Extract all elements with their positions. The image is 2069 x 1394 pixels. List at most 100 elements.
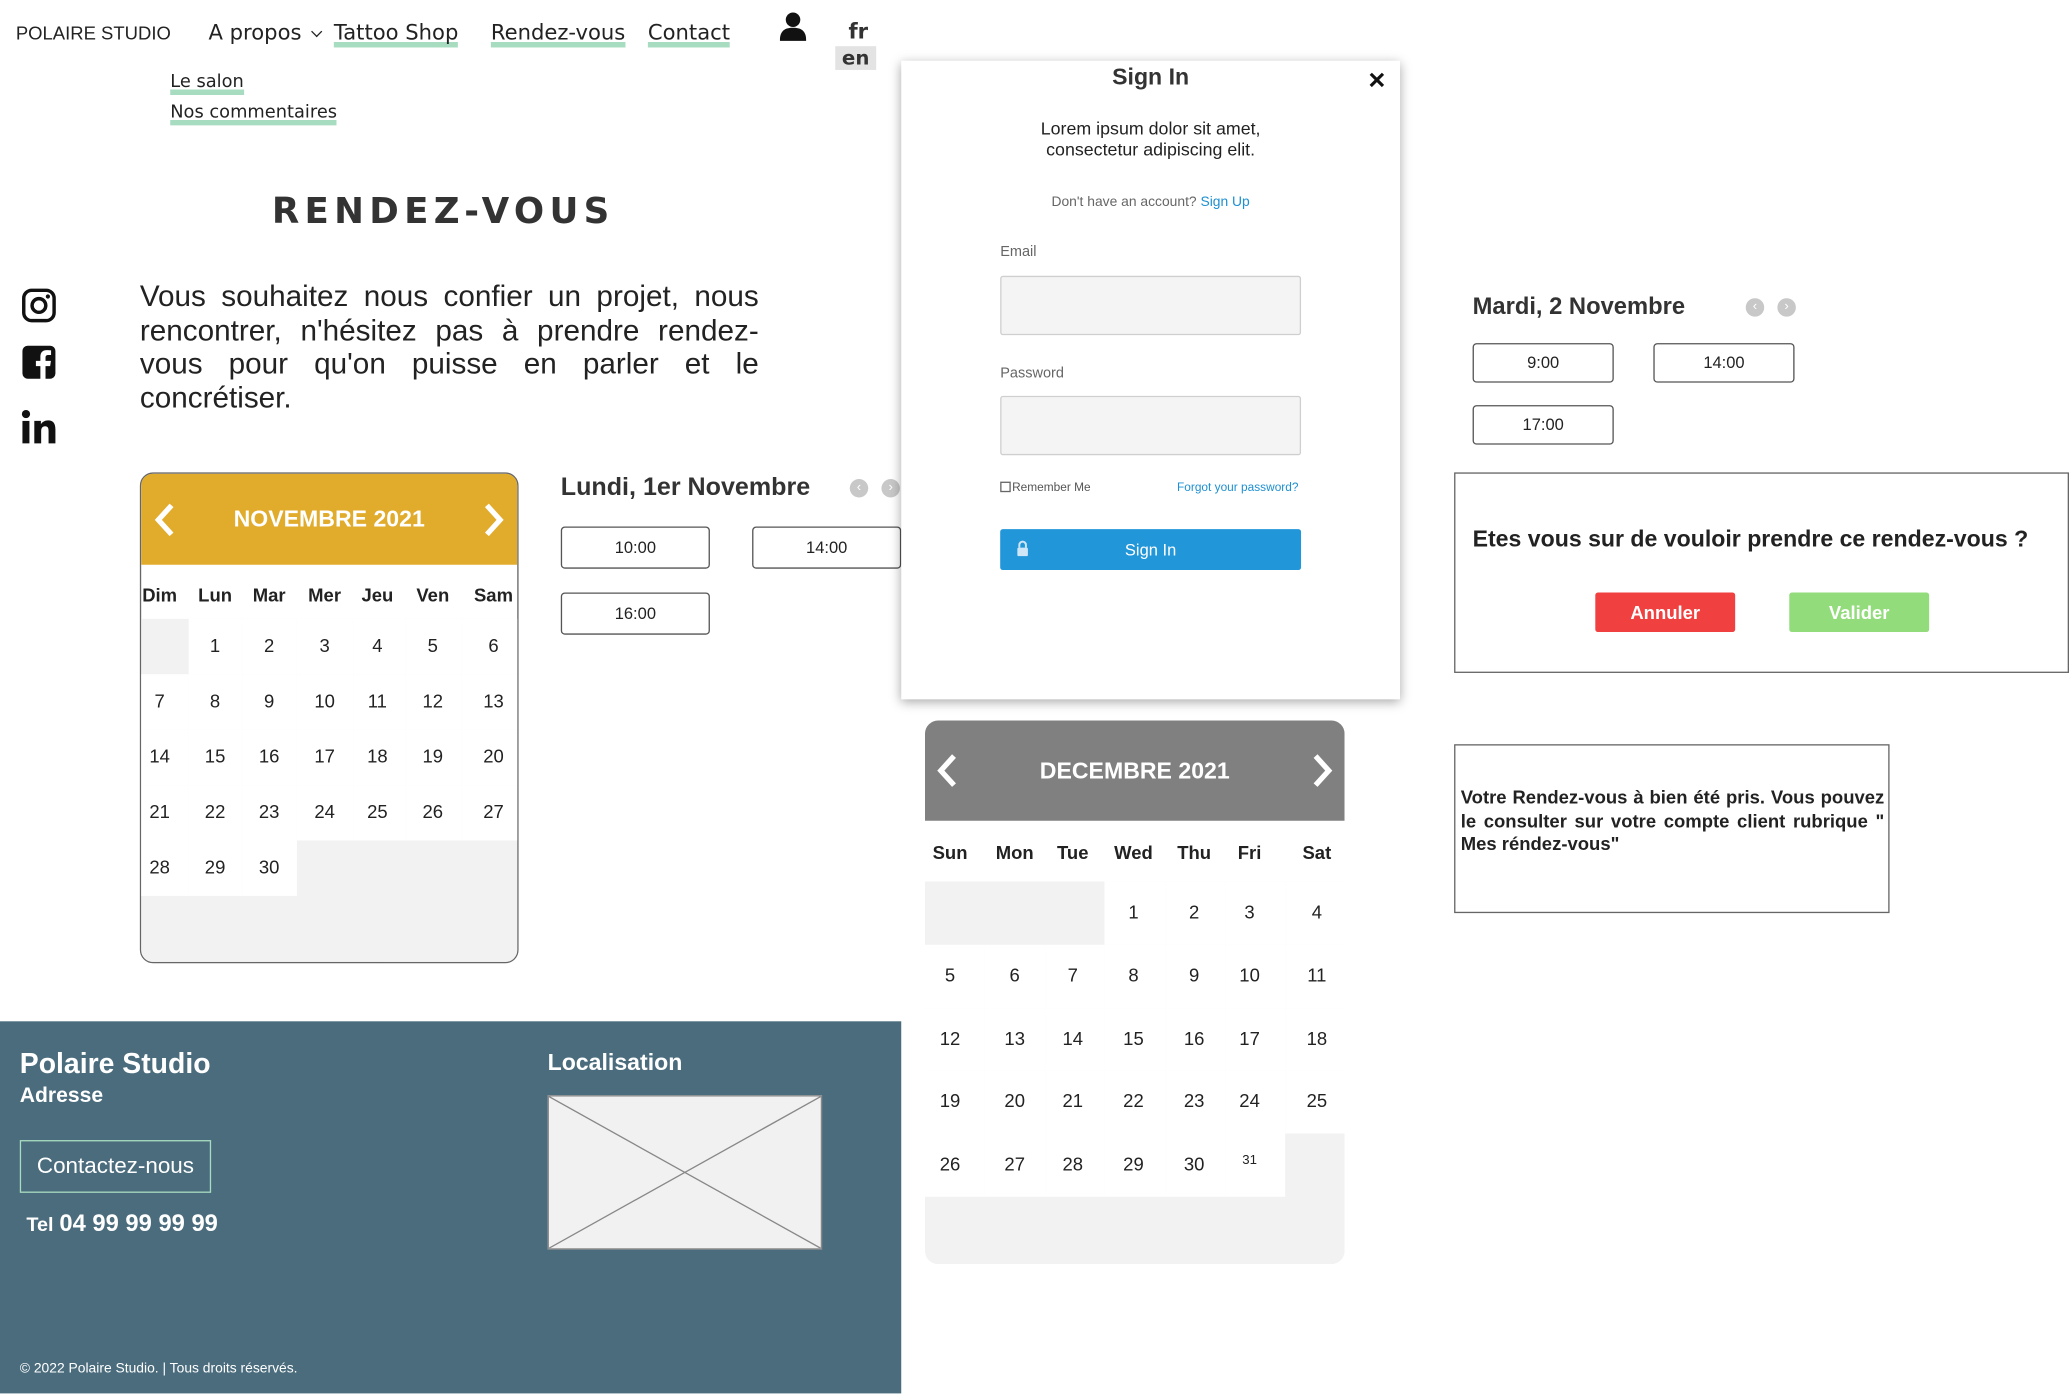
- calendar-day[interactable]: 18: [1290, 1027, 1343, 1048]
- calendar-day[interactable]: 6: [467, 635, 517, 656]
- calendar-day[interactable]: 20: [988, 1090, 1041, 1111]
- calendar-day[interactable]: 25: [1290, 1090, 1343, 1111]
- calendar-day[interactable]: 11: [1290, 964, 1343, 985]
- user-icon[interactable]: [779, 11, 807, 43]
- calendar-day[interactable]: 24: [298, 801, 351, 822]
- nav-rendez-vous[interactable]: Rendez-vous: [490, 19, 626, 48]
- email-field[interactable]: [1000, 275, 1302, 336]
- chevron-right-icon[interactable]: [1309, 752, 1335, 789]
- calendar-day[interactable]: 19: [925, 1090, 976, 1111]
- calendar-day[interactable]: 29: [1107, 1153, 1160, 1174]
- linkedin-icon[interactable]: [21, 409, 57, 445]
- calendar-day[interactable]: 1: [1107, 901, 1160, 922]
- calendar-day[interactable]: 20: [467, 746, 517, 767]
- remember-checkbox[interactable]: [1000, 481, 1011, 493]
- time-slot[interactable]: 16:00: [560, 592, 710, 635]
- calendar-day[interactable]: 25: [351, 801, 404, 822]
- calendar-day[interactable]: 8: [1107, 964, 1160, 985]
- submenu-le-salon[interactable]: Le salon: [170, 71, 244, 96]
- time-slot[interactable]: 10:00: [560, 526, 710, 569]
- calendar-day[interactable]: 31: [1223, 1153, 1276, 1168]
- calendar-day[interactable]: 30: [243, 856, 296, 877]
- calendar-day[interactable]: 21: [1046, 1090, 1099, 1111]
- calendar-day[interactable]: 16: [243, 746, 296, 767]
- contact-button[interactable]: Contactez-nous: [19, 1140, 212, 1193]
- forgot-password-link[interactable]: Forgot your password?: [1177, 480, 1298, 493]
- chevron-left-icon[interactable]: [152, 501, 178, 538]
- calendar-day[interactable]: 17: [298, 746, 351, 767]
- calendar-day[interactable]: 4: [351, 635, 404, 656]
- time-slot[interactable]: 9:00: [1472, 343, 1614, 383]
- chevron-left-icon[interactable]: [934, 752, 960, 789]
- prev-day-icon[interactable]: ‹: [1745, 298, 1765, 317]
- calendar-day[interactable]: 14: [141, 746, 186, 767]
- calendar-day[interactable]: 5: [406, 635, 459, 656]
- calendar-day[interactable]: 28: [1046, 1153, 1099, 1174]
- calendar-day[interactable]: 13: [988, 1027, 1041, 1048]
- nav-apropos[interactable]: A propos: [208, 20, 322, 45]
- chevron-right-icon[interactable]: [480, 501, 506, 538]
- signup-link[interactable]: Sign Up: [1200, 194, 1249, 210]
- calendar-day[interactable]: 15: [189, 746, 242, 767]
- calendar-day[interactable]: 22: [1107, 1090, 1160, 1111]
- next-day-icon[interactable]: ›: [1777, 298, 1796, 317]
- calendar-day[interactable]: 29: [189, 856, 242, 877]
- calendar-day[interactable]: 24: [1223, 1090, 1276, 1111]
- calendar-day[interactable]: 8: [189, 690, 242, 711]
- calendar-day[interactable]: 1: [189, 635, 242, 656]
- submenu-nos-commentaires[interactable]: Nos commentaires: [170, 101, 338, 126]
- calendar-day[interactable]: 26: [925, 1153, 976, 1174]
- calendar-day[interactable]: 2: [243, 635, 296, 656]
- calendar-day[interactable]: 7: [1046, 964, 1099, 985]
- lang-en[interactable]: en: [835, 46, 877, 70]
- brand-logo[interactable]: POLAIRE STUDIO: [16, 22, 171, 43]
- calendar-day[interactable]: 26: [406, 801, 459, 822]
- calendar-day[interactable]: 27: [467, 801, 517, 822]
- calendar-day[interactable]: 12: [406, 690, 459, 711]
- time-slot[interactable]: 14:00: [1653, 343, 1795, 383]
- confirm-question: Etes vous sur de vouloir prendre ce rend…: [1472, 525, 2029, 552]
- calendar-day[interactable]: 4: [1290, 901, 1343, 922]
- calendar-day[interactable]: 19: [406, 746, 459, 767]
- remember-me[interactable]: Remember Me: [1000, 480, 1091, 494]
- calendar-day[interactable]: 9: [243, 690, 296, 711]
- nav-tattoo-shop[interactable]: Tattoo Shop: [333, 19, 459, 48]
- calendar-day[interactable]: 3: [298, 635, 351, 656]
- calendar-day[interactable]: 10: [1223, 964, 1276, 985]
- instagram-icon[interactable]: [21, 288, 57, 324]
- calendar-day[interactable]: 21: [141, 801, 186, 822]
- time-slot[interactable]: 17:00: [1472, 405, 1614, 445]
- calendar-day[interactable]: 30: [1168, 1153, 1221, 1174]
- time-slot[interactable]: 14:00: [752, 526, 902, 569]
- calendar-day[interactable]: 23: [243, 801, 296, 822]
- calendar-day[interactable]: 18: [351, 746, 404, 767]
- calendar-day[interactable]: 11: [351, 690, 404, 711]
- calendar-day[interactable]: 3: [1223, 901, 1276, 922]
- calendar-day[interactable]: 23: [1168, 1090, 1221, 1111]
- calendar-day[interactable]: 9: [1168, 964, 1221, 985]
- calendar-day[interactable]: 17: [1223, 1027, 1276, 1048]
- lang-fr[interactable]: fr: [848, 18, 868, 43]
- cancel-button[interactable]: Annuler: [1595, 592, 1736, 633]
- calendar-day[interactable]: 2: [1168, 901, 1221, 922]
- calendar-day[interactable]: 6: [988, 964, 1041, 985]
- calendar-day[interactable]: 13: [467, 690, 517, 711]
- calendar-day[interactable]: 5: [925, 964, 976, 985]
- calendar-day[interactable]: 16: [1168, 1027, 1221, 1048]
- calendar-day[interactable]: 27: [988, 1153, 1041, 1174]
- calendar-day[interactable]: 7: [141, 690, 186, 711]
- calendar-day[interactable]: 15: [1107, 1027, 1160, 1048]
- calendar-day[interactable]: 12: [925, 1027, 976, 1048]
- password-field[interactable]: [1000, 395, 1302, 456]
- signin-button[interactable]: Sign In: [1000, 529, 1302, 571]
- calendar-day[interactable]: 14: [1046, 1027, 1099, 1048]
- nav-contact[interactable]: Contact: [647, 19, 731, 48]
- facebook-icon[interactable]: [21, 344, 57, 381]
- next-day-icon[interactable]: ›: [881, 478, 900, 498]
- validate-button[interactable]: Valider: [1789, 592, 1930, 633]
- close-icon[interactable]: ×: [1368, 63, 1385, 97]
- calendar-day[interactable]: 28: [141, 856, 186, 877]
- calendar-day[interactable]: 10: [298, 690, 351, 711]
- prev-day-icon[interactable]: ‹: [849, 478, 869, 498]
- calendar-day[interactable]: 22: [189, 801, 242, 822]
